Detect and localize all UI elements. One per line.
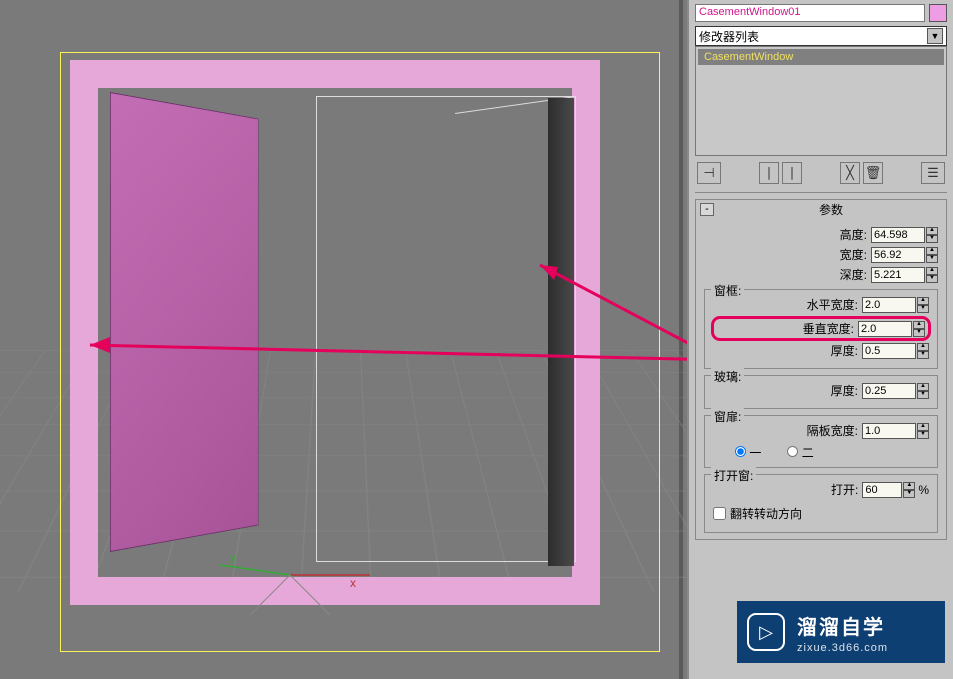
frame-vert-width-row-highlighted: 垂直宽度: ▲▼ — [711, 316, 931, 341]
panel-width-spinner[interactable]: ▲▼ — [862, 423, 929, 439]
modifier-stack-toolbar: ⊣ ∣ ∣ ╳ 🗑 ☰ — [695, 156, 947, 193]
show-end-result-icon[interactable]: ∣ — [759, 162, 779, 184]
watermark-title: 溜溜自学 — [797, 611, 888, 640]
glass-thickness-input[interactable] — [862, 383, 916, 399]
frame-group: 窗框: 水平宽度: ▲▼ 垂直宽度: ▲▼ 厚度: — [704, 289, 938, 369]
flip-swing-checkbox[interactable] — [713, 507, 726, 520]
sash-group-title: 窗扉: — [711, 408, 744, 425]
height-spinner[interactable]: ▲▼ — [871, 227, 938, 243]
sash-one-radio[interactable]: 一 — [735, 444, 761, 461]
open-group-title: 打开窗: — [711, 467, 756, 484]
configure-sets-icon[interactable]: ☰ — [921, 162, 945, 184]
spinner-down-icon[interactable]: ▼ — [926, 235, 938, 243]
percent-label: % — [918, 483, 929, 497]
frame-horiz-width-input[interactable] — [862, 297, 916, 313]
spinner-up-icon[interactable]: ▲ — [926, 267, 938, 275]
spinner-up-icon[interactable]: ▲ — [917, 343, 929, 351]
depth-spinner[interactable]: ▲▼ — [871, 267, 938, 283]
glass-group: 玻璃: 厚度: ▲▼ — [704, 375, 938, 409]
frame-group-title: 窗框: — [711, 282, 744, 299]
height-label: 高度: — [840, 226, 867, 243]
spinner-up-icon[interactable]: ▲ — [903, 482, 915, 490]
glass-thickness-spinner[interactable]: ▲▼ — [862, 383, 929, 399]
panel-width-input[interactable] — [862, 423, 916, 439]
parameters-rollout: - 参数 高度: ▲▼ 宽度: ▲▼ 深度: — [695, 199, 947, 540]
spinner-up-icon[interactable]: ▲ — [917, 297, 929, 305]
spinner-down-icon[interactable]: ▼ — [926, 255, 938, 263]
width-input[interactable] — [871, 247, 925, 263]
spinner-down-icon[interactable]: ▼ — [913, 329, 925, 337]
sash-group: 窗扉: 隔板宽度: ▲▼ 一 二 — [704, 415, 938, 468]
make-unique-icon[interactable]: ∣ — [782, 162, 802, 184]
spinner-down-icon[interactable]: ▼ — [926, 275, 938, 283]
spinner-down-icon[interactable]: ▼ — [917, 391, 929, 399]
spinner-up-icon[interactable]: ▲ — [917, 423, 929, 431]
spinner-down-icon[interactable]: ▼ — [917, 305, 929, 313]
remove-modifier-icon[interactable]: ╳ — [840, 162, 860, 184]
object-name-input[interactable]: CasementWindow01 — [695, 4, 925, 22]
open-input[interactable] — [862, 482, 902, 498]
spinner-up-icon[interactable]: ▲ — [926, 247, 938, 255]
watermark-subtitle: zixue.3d66.com — [797, 642, 888, 654]
frame-horiz-width-spinner[interactable]: ▲▼ — [862, 297, 929, 313]
rollout-collapse-toggle[interactable]: - — [700, 203, 714, 216]
open-spinner[interactable]: ▲▼ — [862, 482, 915, 498]
command-panel: CasementWindow01 修改器列表 ▼ CasementWindow … — [687, 0, 953, 679]
spinner-down-icon[interactable]: ▼ — [917, 351, 929, 359]
modifier-stack[interactable]: CasementWindow — [695, 46, 947, 156]
frame-thickness-input[interactable] — [862, 343, 916, 359]
depth-input[interactable] — [871, 267, 925, 283]
spinner-up-icon[interactable]: ▲ — [917, 383, 929, 391]
spinner-up-icon[interactable]: ▲ — [926, 227, 938, 235]
modifier-list-label: 修改器列表 — [699, 28, 759, 45]
glass-group-title: 玻璃: — [711, 368, 744, 385]
sash-two-radio[interactable]: 二 — [787, 444, 813, 461]
open-group: 打开窗: 打开: ▲▼ % 翻转转动方向 — [704, 474, 938, 533]
modifier-stack-item[interactable]: CasementWindow — [698, 49, 944, 65]
object-color-swatch[interactable] — [929, 4, 947, 22]
panel-width-label: 隔板宽度: — [807, 422, 858, 439]
selection-brackets — [60, 52, 660, 652]
rollout-title: 参数 — [720, 200, 942, 219]
trash-icon[interactable]: 🗑 — [863, 162, 883, 184]
flip-swing-label: 翻转转动方向 — [730, 505, 802, 522]
spinner-down-icon[interactable]: ▼ — [917, 431, 929, 439]
frame-vert-width-label: 垂直宽度: — [803, 320, 854, 337]
play-icon: ▷ — [747, 613, 785, 651]
chevron-down-icon: ▼ — [927, 28, 943, 44]
height-input[interactable] — [871, 227, 925, 243]
frame-vert-width-spinner[interactable]: ▲▼ — [858, 321, 925, 337]
width-label: 宽度: — [840, 246, 867, 263]
pin-stack-icon[interactable]: ⊣ — [697, 162, 721, 184]
modifier-list-dropdown[interactable]: 修改器列表 ▼ — [695, 26, 947, 46]
open-label: 打开: — [831, 481, 858, 498]
watermark: ▷ 溜溜自学 zixue.3d66.com — [737, 601, 945, 663]
spinner-down-icon[interactable]: ▼ — [903, 490, 915, 498]
viewport[interactable]: x y — [0, 0, 683, 679]
width-spinner[interactable]: ▲▼ — [871, 247, 938, 263]
spinner-up-icon[interactable]: ▲ — [913, 321, 925, 329]
frame-thickness-label: 厚度: — [831, 342, 858, 359]
frame-horiz-width-label: 水平宽度: — [807, 296, 858, 313]
frame-vert-width-input[interactable] — [858, 321, 912, 337]
glass-thickness-label: 厚度: — [831, 382, 858, 399]
depth-label: 深度: — [840, 266, 867, 283]
frame-thickness-spinner[interactable]: ▲▼ — [862, 343, 929, 359]
